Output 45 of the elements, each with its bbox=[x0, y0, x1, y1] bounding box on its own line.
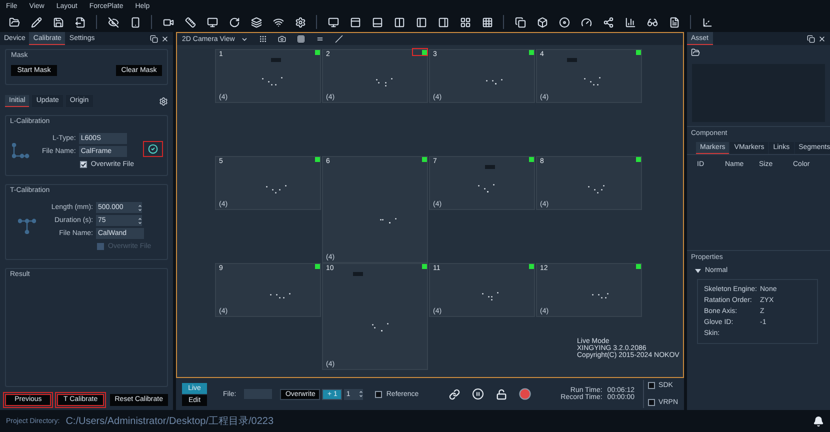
status-indicator bbox=[422, 264, 427, 269]
collapse-icon[interactable] bbox=[695, 268, 701, 274]
l-frame-icon bbox=[12, 142, 30, 158]
grid-icon[interactable] bbox=[296, 35, 305, 43]
marker-points-drawing bbox=[479, 290, 501, 301]
checkbox[interactable] bbox=[648, 382, 655, 389]
slash-icon[interactable] bbox=[334, 35, 343, 43]
marker-points-drawing bbox=[261, 76, 283, 87]
grip-icon[interactable] bbox=[258, 35, 267, 43]
unlock-icon[interactable] bbox=[496, 388, 507, 400]
status-indicator bbox=[529, 264, 534, 269]
status-indicator bbox=[529, 50, 534, 55]
marker-points-drawing bbox=[483, 76, 505, 87]
status-indicator bbox=[315, 157, 320, 162]
status-indicator bbox=[529, 157, 534, 162]
occluded-region bbox=[271, 58, 281, 62]
link-icon[interactable] bbox=[448, 388, 460, 400]
bell-icon[interactable] bbox=[813, 416, 824, 426]
marker-points-drawing bbox=[269, 290, 291, 301]
t-wand-icon bbox=[18, 218, 36, 234]
camera-icon[interactable] bbox=[278, 35, 286, 43]
marker-points-drawing bbox=[475, 183, 497, 194]
status-indicator bbox=[422, 50, 427, 55]
check-circle-icon bbox=[148, 144, 158, 154]
status-indicator bbox=[422, 157, 427, 162]
caret-icon bbox=[240, 36, 248, 42]
checkbox[interactable] bbox=[80, 161, 87, 168]
occluded-region bbox=[485, 165, 495, 169]
project-path: C:/Users/Administrator/Desktop/工程目录/0223 bbox=[66, 415, 274, 428]
record-icon[interactable] bbox=[518, 388, 531, 400]
status-indicator bbox=[636, 264, 641, 269]
status-indicator bbox=[315, 50, 320, 55]
occluded-region bbox=[353, 272, 363, 276]
settings-icon[interactable] bbox=[159, 96, 168, 106]
checkbox[interactable] bbox=[648, 399, 655, 406]
checkbox[interactable] bbox=[375, 390, 382, 398]
status-indicator bbox=[636, 50, 641, 55]
calibrate-apply-button[interactable] bbox=[143, 141, 163, 157]
pause-icon[interactable] bbox=[472, 388, 484, 400]
marker-points-drawing bbox=[265, 183, 287, 194]
occluded-region bbox=[567, 58, 577, 62]
status-indicator bbox=[636, 157, 641, 162]
equal-icon[interactable] bbox=[316, 35, 324, 43]
folder-open-icon[interactable] bbox=[691, 48, 700, 57]
status-indicator bbox=[315, 264, 320, 269]
